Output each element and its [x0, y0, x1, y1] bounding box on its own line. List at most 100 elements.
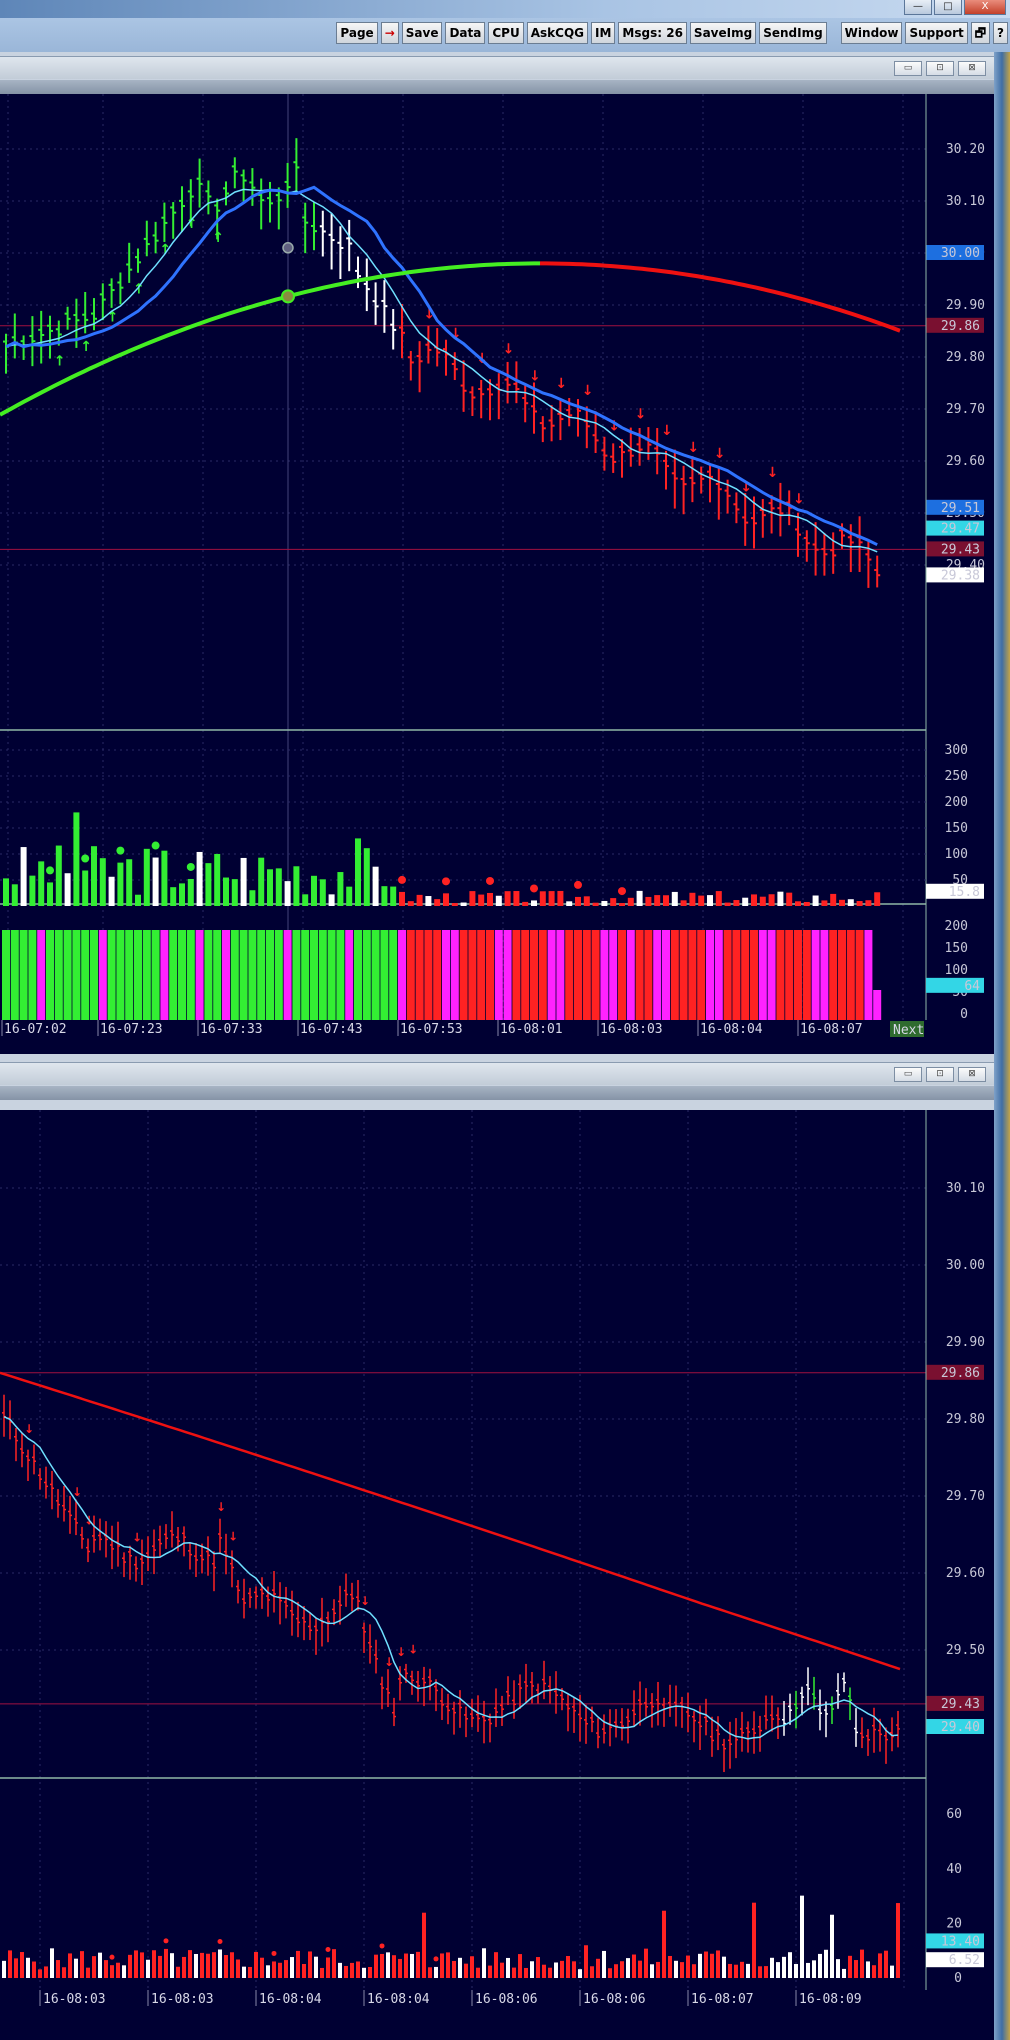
time-axis-label: 16-08:03: [43, 1992, 106, 2007]
volume-bar: [284, 881, 291, 906]
pane-minimize-icon[interactable]: ▭: [894, 1067, 922, 1082]
histogram-bar: [811, 930, 820, 1020]
histogram-bar: [213, 930, 222, 1020]
volume-bar: [392, 1955, 396, 1978]
long-moving-average-falling: [0, 1371, 901, 1671]
volume-bar: [578, 1969, 582, 1978]
histogram-bar: [750, 930, 758, 1020]
window-button[interactable]: Window: [840, 22, 903, 44]
histogram-bar: [125, 930, 134, 1020]
histogram-bar: [741, 930, 750, 1020]
volume-bar: [495, 895, 502, 906]
im-button[interactable]: IM: [591, 22, 616, 44]
volume-bar: [126, 859, 133, 906]
maximize-button[interactable]: □: [934, 0, 962, 15]
saveimg-button[interactable]: SaveImg: [689, 22, 757, 44]
volume-bar: [839, 899, 845, 906]
volume-bar: [716, 1950, 720, 1978]
volume-bar: [650, 1964, 654, 1978]
volume-bar: [248, 1966, 252, 1978]
volume-bar: [176, 1966, 180, 1978]
histogram-bar: [662, 930, 670, 1020]
volume-bar: [328, 894, 335, 906]
arrow-button[interactable]: →: [380, 22, 399, 44]
sell-arrow-icon: ↓: [24, 1422, 34, 1436]
price-axis-label: 29.90: [946, 298, 985, 313]
volume-bar: [302, 894, 309, 906]
bottom-chart[interactable]: 30.1030.0029.9029.8029.7029.6029.50↓↓↓↓↓…: [0, 1110, 994, 2040]
volume-bar: [518, 1954, 522, 1978]
histogram-bar: [160, 930, 169, 1020]
volume-bar: [451, 903, 458, 906]
volume-bar: [416, 894, 423, 906]
histogram-bar: [626, 930, 635, 1020]
buy-arrow-icon: ↑: [212, 230, 224, 246]
data-button[interactable]: Data: [445, 22, 486, 44]
minimize-button[interactable]: —: [904, 0, 932, 15]
histogram-bar: [19, 930, 28, 1020]
sell-arrow-icon: ↓: [582, 383, 594, 399]
top-pane-controls: ▭ ⊡ ⊠: [894, 61, 986, 76]
volume-bar: [242, 1966, 246, 1978]
volume-bar: [446, 1952, 450, 1978]
top-pane-rule: [0, 80, 994, 94]
save-button[interactable]: Save: [401, 22, 443, 44]
volume-bar: [284, 1960, 288, 1978]
top-pane-header: ▭ ⊡ ⊠: [0, 56, 994, 79]
volume-bar: [152, 1950, 156, 1978]
pane-minimize-icon[interactable]: ▭: [894, 61, 922, 76]
histogram-bar: [178, 930, 186, 1020]
hist-axis-label: 200: [945, 919, 968, 934]
price-tag-label: 29.40: [941, 1720, 980, 1735]
volume-bar: [860, 1949, 864, 1978]
volume-bar: [464, 1963, 468, 1978]
volume-bar: [368, 1967, 372, 1978]
pane-close-icon[interactable]: ⊠: [958, 1067, 986, 1082]
pane-restore-icon[interactable]: ⊡: [926, 1067, 954, 1082]
sell-arrow-icon: ↓: [360, 1594, 370, 1608]
support-button[interactable]: Support: [905, 22, 968, 44]
volume-bar: [768, 894, 775, 906]
sell-arrow-icon: ↓: [132, 1531, 142, 1545]
volume-bar: [686, 1955, 690, 1978]
cpu-button[interactable]: CPU: [488, 22, 524, 44]
volume-bar: [214, 853, 221, 906]
time-axis-label: 16-08:06: [583, 1992, 646, 2007]
histogram-bar: [723, 930, 732, 1020]
volume-bar: [296, 1950, 300, 1978]
volume-bar: [381, 886, 388, 906]
askcqg-button[interactable]: AskCQG: [526, 22, 589, 44]
help-button[interactable]: ?: [993, 22, 1008, 44]
volume-bar: [548, 891, 555, 906]
volume-bar: [372, 866, 379, 906]
restore-icon[interactable]: 🗗: [970, 22, 991, 44]
histogram-bar: [829, 930, 838, 1020]
histogram-bar: [230, 930, 239, 1020]
volume-bar: [99, 858, 106, 906]
sendimg-button[interactable]: SendImg: [759, 22, 827, 44]
page-button[interactable]: Page: [336, 22, 378, 44]
volume-bar: [254, 1951, 258, 1978]
volume-axis-label: 250: [945, 769, 968, 784]
pane-restore-icon[interactable]: ⊡: [926, 61, 954, 76]
volume-bar: [602, 1950, 606, 1978]
top-chart[interactable]: 30.2030.1030.0029.9029.8029.7029.6029.50…: [0, 94, 994, 1054]
volume-bar: [782, 1956, 786, 1978]
volume-bar: [596, 1958, 600, 1978]
volume-bar: [399, 891, 405, 906]
histogram-bar: [37, 930, 46, 1020]
volume-bar: [143, 848, 150, 906]
bottom-pane-controls: ▭ ⊡ ⊠: [894, 1067, 986, 1082]
close-button[interactable]: X: [964, 0, 1006, 15]
price-axis-label: 29.70: [946, 1489, 985, 1504]
volume-dot: [116, 846, 125, 855]
volume-bar: [416, 1951, 420, 1978]
volume-bar: [74, 1958, 78, 1978]
histogram-bar: [2, 930, 10, 1020]
pane-close-icon[interactable]: ⊠: [958, 61, 986, 76]
histogram-bar: [802, 930, 811, 1020]
volume-bar: [231, 879, 238, 906]
messages-button[interactable]: Msgs: 26: [618, 22, 687, 44]
volume-bar: [223, 877, 229, 906]
histogram-bar: [116, 930, 125, 1020]
